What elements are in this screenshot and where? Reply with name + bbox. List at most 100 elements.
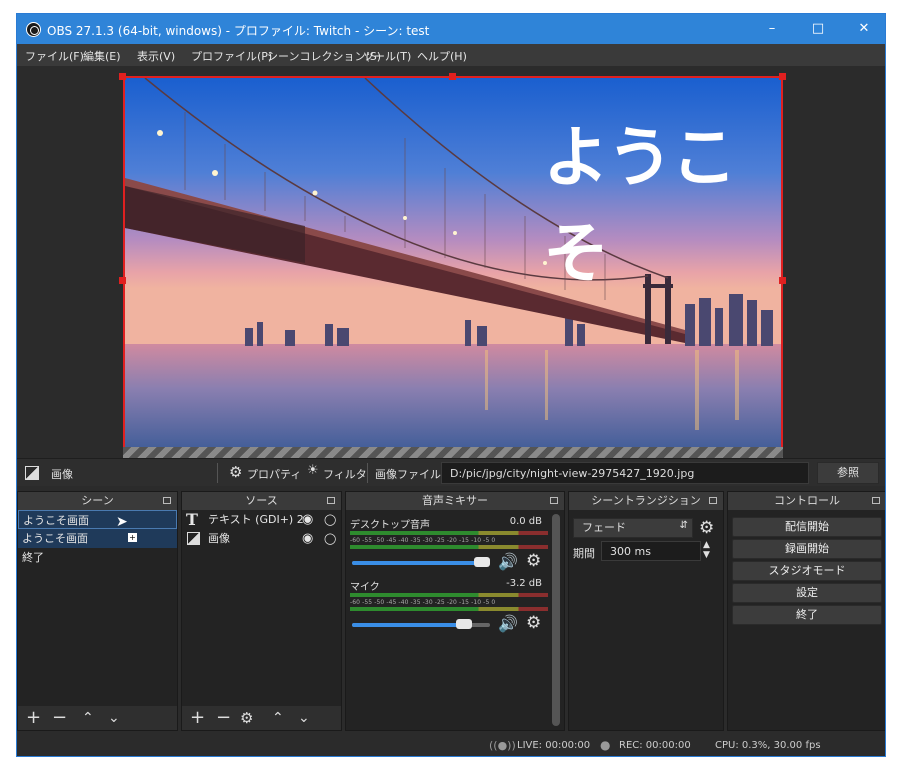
browse-button[interactable]: 参照 <box>817 462 879 484</box>
lock-icon[interactable]: ◯ <box>324 529 336 548</box>
visibility-eye-icon[interactable]: ◉ <box>302 510 313 529</box>
menu-file[interactable]: ファイル(F) <box>25 48 84 64</box>
controls-header: コントロール <box>728 492 885 510</box>
scenes-header: シーン <box>18 492 177 510</box>
obs-logo-icon <box>26 22 41 37</box>
mixer-header: 音声ミキサー <box>346 492 564 510</box>
close-button[interactable]: ✕ <box>841 14 885 44</box>
maximize-button[interactable]: □ <box>795 14 841 44</box>
preview-area[interactable]: ようこそ <box>17 66 885 458</box>
sources-toolbar: + − ⚙ ⌃ ⌄ <box>182 706 341 730</box>
text-source-icon: T <box>186 510 198 529</box>
undock-icon[interactable] <box>163 497 171 504</box>
mixer-scrollbar[interactable] <box>552 514 560 726</box>
divider <box>217 463 218 483</box>
undock-icon[interactable] <box>709 497 717 504</box>
source-item[interactable]: 画像 ◉ ◯ <box>182 529 341 548</box>
transition-select-value: フェード <box>582 521 626 534</box>
volume-slider-fill <box>352 561 476 565</box>
scene-item[interactable]: ようこそ画面 ➤ <box>18 510 177 530</box>
exit-button[interactable]: 終了 <box>732 605 882 625</box>
divider <box>367 463 368 483</box>
properties-button[interactable]: プロパティ <box>247 466 301 482</box>
channel-gear-icon[interactable]: ⚙ <box>526 613 541 633</box>
status-bar: ((●)) LIVE: 00:00:00 ● REC: 00:00:00 CPU… <box>17 735 885 756</box>
filter-icon: ☀ <box>307 463 319 478</box>
duration-stepper[interactable]: ▲ ▼ <box>703 540 710 560</box>
menu-profile[interactable]: プロファイル(P) <box>191 48 272 64</box>
scene-item-label: ようこそ画面 <box>22 532 88 545</box>
menu-edit[interactable]: 編集(E) <box>83 48 121 64</box>
welcome-overlay-text[interactable]: ようこそ <box>543 104 781 296</box>
speaker-icon[interactable]: 🔊 <box>498 552 518 571</box>
resize-handle-t[interactable] <box>449 73 456 80</box>
speaker-icon[interactable]: 🔊 <box>498 614 518 633</box>
transitions-header: シーントランジション <box>569 492 723 510</box>
scene-item[interactable]: 終了 <box>18 548 177 567</box>
transitions-title: シーントランジション <box>591 494 701 507</box>
menu-tools[interactable]: ツール(T) <box>363 48 411 64</box>
selected-source-name: 画像 <box>51 468 73 481</box>
add-source-button[interactable]: + <box>190 708 205 728</box>
filters-button[interactable]: フィルタ <box>323 466 367 482</box>
controls-dock: コントロール 配信開始 録画開始 スタジオモード 設定 終了 <box>727 491 885 731</box>
volume-meter <box>350 545 548 549</box>
image-file-label: 画像ファイル <box>375 468 441 481</box>
browse-button-label: 参照 <box>837 466 859 479</box>
title-bar: OBS 27.1.3 (64-bit, windows) - プロファイル: T… <box>17 14 885 44</box>
menu-view[interactable]: 表示(V) <box>137 48 175 64</box>
transition-gear-icon[interactable]: ⚙ <box>699 518 714 538</box>
move-down-button[interactable]: ⌄ <box>108 708 120 728</box>
scene-item[interactable]: ようこそ画面 + <box>18 529 177 548</box>
settings-button[interactable]: 設定 <box>732 583 882 603</box>
chevron-updown-icon: ⇵ <box>679 520 688 531</box>
rec-dot-icon: ● <box>600 738 611 752</box>
image-source-icon <box>25 466 39 480</box>
obs-window: OBS 27.1.3 (64-bit, windows) - プロファイル: T… <box>16 13 886 757</box>
source-properties-gear-icon[interactable]: ⚙ <box>240 708 253 728</box>
sources-title: ソース <box>245 494 278 507</box>
gear-icon: ⚙ <box>229 463 243 481</box>
scenes-title: シーン <box>81 494 114 507</box>
resize-handle-tr[interactable] <box>779 73 786 80</box>
rec-timer: REC: 00:00:00 <box>619 740 691 751</box>
mixer-channel-mic: マイク -3.2 dB -60 -55 -50 -45 -40 -35 -30 … <box>350 578 548 638</box>
sources-header: ソース <box>182 492 341 510</box>
studio-mode-button[interactable]: スタジオモード <box>732 561 882 581</box>
move-up-button[interactable]: ⌃ <box>82 708 94 728</box>
source-item[interactable]: T テキスト (GDI+) 2 ◉ ◯ <box>182 510 341 529</box>
channel-gear-icon[interactable]: ⚙ <box>526 551 541 571</box>
image-file-path-input[interactable]: D:/pic/jpg/city/night-view-2975427_1920.… <box>441 462 809 484</box>
transitions-dock: シーントランジション フェード ⇵ ⚙ 期間 300 ms ▲ ▼ <box>568 491 724 731</box>
start-recording-button[interactable]: 録画開始 <box>732 539 882 559</box>
preview-canvas[interactable]: ようこそ <box>123 76 783 458</box>
duration-label: 期間 <box>573 547 595 560</box>
channel-db: 0.0 dB <box>509 516 542 527</box>
undock-icon[interactable] <box>550 497 558 504</box>
add-scene-button[interactable]: + <box>26 708 41 728</box>
menu-bar: ファイル(F) 編集(E) 表示(V) プロファイル(P) シーンコレクション(… <box>17 44 885 66</box>
start-streaming-button[interactable]: 配信開始 <box>732 517 882 537</box>
transition-select[interactable]: フェード ⇵ <box>573 518 693 538</box>
resize-handle-tl[interactable] <box>119 73 126 80</box>
volume-slider-knob[interactable] <box>456 619 472 629</box>
remove-scene-button[interactable]: − <box>52 708 67 728</box>
minimize-button[interactable]: – <box>749 14 795 44</box>
move-up-button[interactable]: ⌃ <box>272 708 284 728</box>
volume-slider-knob[interactable] <box>474 557 490 567</box>
move-down-button[interactable]: ⌄ <box>298 708 310 728</box>
volume-slider[interactable] <box>352 619 490 629</box>
scenes-dock: シーン ようこそ画面 ➤ ようこそ画面 + 終了 + − ⌃ ⌄ <box>17 491 178 731</box>
undock-icon[interactable] <box>872 497 880 504</box>
mixer-title: 音声ミキサー <box>422 494 488 507</box>
menu-help[interactable]: ヘルプ(H) <box>417 48 467 64</box>
duration-input[interactable]: 300 ms <box>601 541 701 561</box>
undock-icon[interactable] <box>327 497 335 504</box>
lock-icon[interactable]: ◯ <box>324 510 336 529</box>
volume-slider[interactable] <box>352 557 490 567</box>
remove-source-button[interactable]: − <box>216 708 231 728</box>
meter-scale: -60 -55 -50 -45 -40 -35 -30 -25 -20 -15 … <box>350 599 496 606</box>
resize-handle-l[interactable] <box>119 277 126 284</box>
visibility-eye-icon[interactable]: ◉ <box>302 529 313 548</box>
resize-handle-r[interactable] <box>779 277 786 284</box>
